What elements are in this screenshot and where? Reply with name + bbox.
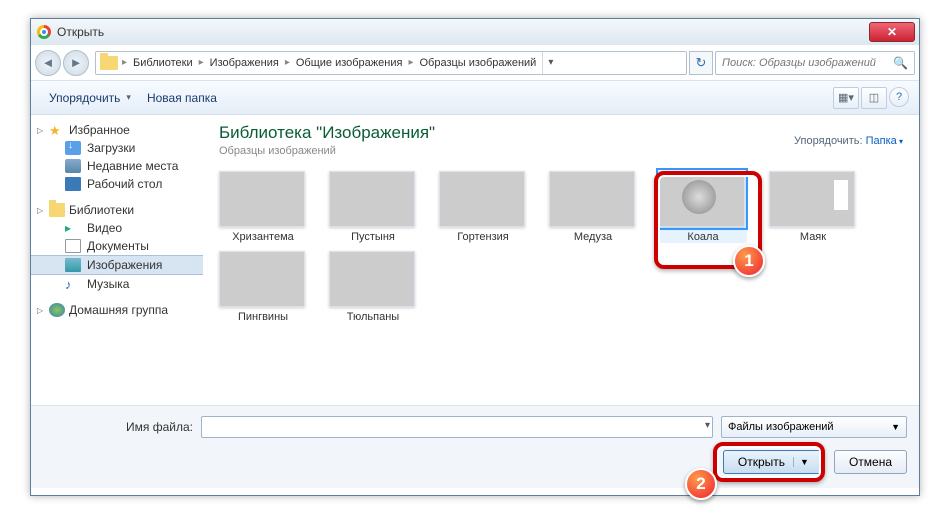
thumbnail-caption: Гортензия [439,231,527,243]
open-file-dialog: Открыть ✕ ◄ ► ▸ Библиотеки ▸ Изображения… [30,18,920,496]
thumbnail-grid: Хризантема Пустыня Гортензия Медуза Коала Мая… [219,171,903,323]
filename-input[interactable]: ▾ [201,416,713,438]
thumbnail-caption: Коала [659,231,747,243]
thumbnail-caption: Тюльпаны [329,311,417,323]
downloads-icon [65,141,81,155]
annotation-badge-1: 1 [733,245,765,277]
thumbnail-item[interactable]: Маяк [769,171,857,243]
sidebar-item-video[interactable]: Видео [31,219,203,237]
breadcrumb-item[interactable]: Общие изображения [290,52,409,74]
desktop-icon [65,177,81,191]
sort-control[interactable]: Упорядочить: Папка [794,135,903,147]
sidebar-libraries[interactable]: ▷Библиотеки [31,201,203,219]
content-pane: Библиотека "Изображения" Образцы изображ… [203,115,919,405]
preview-pane-button[interactable]: ◫ [861,87,887,109]
breadcrumb-item[interactable]: Образцы изображений [413,52,542,74]
video-icon [65,221,81,235]
sidebar-item-documents[interactable]: Документы [31,237,203,255]
documents-icon [65,239,81,253]
sidebar-item-music[interactable]: Музыка [31,275,203,293]
thumbnail-item[interactable]: Хризантема [219,171,307,243]
new-folder-button[interactable]: Новая папка [139,87,225,109]
help-button[interactable]: ? [889,87,909,107]
thumbnail-image [329,251,415,307]
sidebar-item-desktop[interactable]: Рабочий стол [31,175,203,193]
thumbnail-caption: Хризантема [219,231,307,243]
thumbnail-image [769,171,855,227]
sort-value[interactable]: Папка [866,135,903,147]
thumbnail-item[interactable]: Медуза [549,171,637,243]
sidebar-homegroup[interactable]: ▷Домашняя группа [31,301,203,319]
sidebar-favorites[interactable]: ▷Избранное [31,121,203,139]
breadcrumb-dropdown[interactable]: ▾ [542,52,558,74]
thumbnail-image [219,171,305,227]
search-input[interactable] [722,57,893,69]
sidebar-item-recent[interactable]: Недавние места [31,157,203,175]
thumbnail-caption: Медуза [549,231,637,243]
recent-icon [65,159,81,173]
chrome-icon [37,25,51,39]
view-mode-button[interactable]: ▦▾ [833,87,859,109]
thumbnail-item[interactable]: Пустыня [329,171,417,243]
thumbnail-image [219,251,305,307]
toolbar: Упорядочить Новая папка ▦▾ ◫ ? [31,81,919,115]
close-button[interactable]: ✕ [869,22,915,42]
search-box[interactable]: 🔍 [715,51,915,75]
nav-back-button[interactable]: ◄ [35,50,61,76]
thumbnail-caption: Маяк [769,231,857,243]
sidebar-item-downloads[interactable]: Загрузки [31,139,203,157]
thumbnail-image [439,171,525,227]
open-button[interactable]: Открыть▼ [723,450,824,474]
homegroup-icon [49,303,65,317]
organize-menu[interactable]: Упорядочить [41,87,139,109]
music-icon [65,277,81,291]
search-icon: 🔍 [893,56,908,70]
thumbnail-item[interactable]: Коала [659,171,747,243]
refresh-button[interactable]: ↻ [689,51,713,75]
thumbnail-image [659,171,745,227]
libraries-icon [49,203,65,217]
thumbnail-caption: Пингвины [219,311,307,323]
footer: Имя файла: ▾ Файлы изображений▼ Открыть▼… [31,405,919,488]
titlebar: Открыть ✕ [31,19,919,45]
window-title: Открыть [57,25,104,39]
thumbnail-item[interactable]: Гортензия [439,171,527,243]
annotation-badge-2: 2 [685,468,717,500]
images-icon [65,258,81,272]
breadcrumb-item[interactable]: Изображения [204,52,285,74]
thumbnail-image [329,171,415,227]
sidebar-item-images[interactable]: Изображения [31,255,203,275]
thumbnail-image [549,171,635,227]
thumbnail-item[interactable]: Пингвины [219,251,307,323]
nav-forward-button[interactable]: ► [63,50,89,76]
sidebar: ▷Избранное Загрузки Недавние места Рабоч… [31,115,203,405]
breadcrumb-item[interactable]: Библиотеки [127,52,199,74]
cancel-button[interactable]: Отмена [834,450,907,474]
navbar: ◄ ► ▸ Библиотеки ▸ Изображения ▸ Общие и… [31,45,919,81]
thumbnail-item[interactable]: Тюльпаны [329,251,417,323]
file-type-filter[interactable]: Файлы изображений▼ [721,416,907,438]
star-icon [49,123,65,137]
breadcrumb[interactable]: ▸ Библиотеки ▸ Изображения ▸ Общие изобр… [95,51,687,75]
thumbnail-caption: Пустыня [329,231,417,243]
folder-icon [100,56,118,70]
filename-label: Имя файла: [43,420,193,434]
